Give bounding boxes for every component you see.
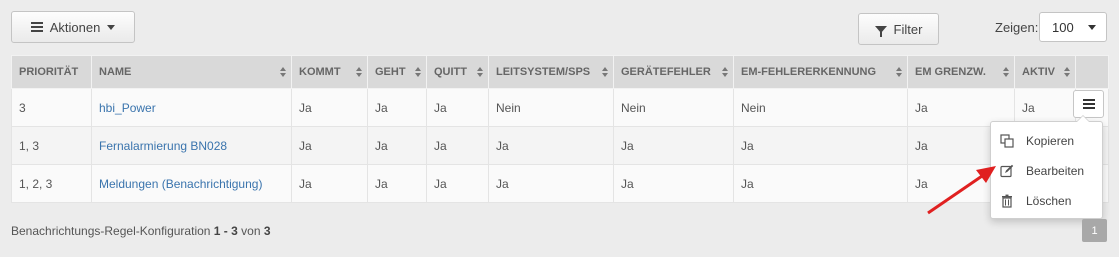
table-row[interactable]: 1, 2, 3 Meldungen (Benachrichtigung) Ja … [11,164,1109,203]
summary-range: 1 - 3 [213,224,238,238]
column-header-kommt[interactable]: KOMMT [291,55,368,89]
column-header-leitsystem[interactable]: LEITSYSTEM/SPS [488,55,614,89]
column-header-quitt[interactable]: QUITT [426,55,489,89]
actions-dropdown-button[interactable]: Aktionen [11,11,135,43]
column-header-priority: PRIORITÄT [11,55,92,89]
cell-kommt: Ja [291,164,368,203]
cell-quitt: Ja [426,126,489,165]
edit-icon [1000,164,1014,178]
sort-icon[interactable] [1064,67,1070,78]
cell-em-fehlererkennung: Ja [733,126,908,165]
menu-item-label: Bearbeiten [1026,164,1085,178]
cell-em-fehlererkennung: Ja [733,164,908,203]
cell-priority: 1, 3 [11,126,92,165]
sort-icon[interactable] [722,67,728,78]
menu-item-delete[interactable]: Löschen [991,186,1102,216]
page-size-value: 100 [1052,19,1074,35]
menu-item-copy[interactable]: Kopieren [991,126,1102,156]
page-size-label: Zeigen: [995,20,1039,35]
sort-icon[interactable] [602,67,608,78]
cell-kommt: Ja [291,88,368,127]
sort-icon[interactable] [415,67,421,78]
row-actions-button[interactable] [1073,90,1104,118]
menu-icon [1082,99,1095,109]
menu-icon [30,22,43,32]
cell-em-fehlererkennung: Nein [733,88,908,127]
caret-down-icon [1088,25,1096,30]
table-row[interactable]: 1, 3 Fernalarmierung BN028 Ja Ja Ja Ja J… [11,126,1109,165]
menu-item-edit[interactable]: Bearbeiten [991,156,1102,186]
cell-geraetefehler: Ja [613,164,734,203]
cell-name-link[interactable]: Fernalarmierung BN028 [91,126,292,165]
column-header-geht[interactable]: GEHT [367,55,427,89]
cell-quitt: Ja [426,88,489,127]
cell-geht: Ja [367,164,427,203]
actions-label: Aktionen [49,19,101,35]
cell-geraetefehler: Ja [613,126,734,165]
filter-icon [874,25,887,37]
table-header-row: PRIORITÄT NAME KOMMT GEHT QUITT LEITSYST… [11,55,1109,89]
column-header-geraetefehler[interactable]: GERÄTEFEHLER [613,55,734,89]
column-header-em-fehlererkennung[interactable]: EM-FEHLERERKENNUNG [733,55,908,89]
column-header-em-grenzw[interactable]: EM GRENZW. [907,55,1015,89]
caret-down-icon [107,24,116,30]
cell-priority: 3 [11,88,92,127]
pagination-summary: Benachrichtungs-Regel-Konfiguration 1 - … [11,224,271,238]
menu-item-label: Kopieren [1026,134,1075,148]
cell-name-link[interactable]: Meldungen (Benachrichtigung) [91,164,292,203]
cell-geht: Ja [367,88,427,127]
column-header-aktiv[interactable]: AKTIV [1014,55,1076,89]
notification-rules-table: PRIORITÄT NAME KOMMT GEHT QUITT LEITSYST… [11,55,1109,203]
page-button-1[interactable]: 1 [1082,219,1107,242]
summary-of: von [241,224,261,238]
sort-icon[interactable] [896,67,902,78]
copy-icon [1000,134,1014,148]
cell-leitsystem: Ja [488,126,614,165]
sort-icon[interactable] [280,67,286,78]
cell-name-link[interactable]: hbi_Power [91,88,292,127]
trash-icon [1002,194,1012,208]
cell-quitt: Ja [426,164,489,203]
summary-prefix: Benachrichtungs-Regel-Konfiguration [11,224,211,238]
menu-item-label: Löschen [1026,194,1072,208]
page-size-select[interactable]: 100 [1039,12,1107,42]
summary-total: 3 [263,224,271,238]
cell-kommt: Ja [291,126,368,165]
table-row[interactable]: 3 hbi_Power Ja Ja Ja Nein Nein Nein Ja J… [11,88,1109,127]
sort-icon[interactable] [477,67,483,78]
column-header-name[interactable]: NAME [91,55,292,89]
row-actions-menu: Kopieren Bearbeiten Löschen [990,115,1103,219]
cell-leitsystem: Ja [488,164,614,203]
sort-icon[interactable] [1003,67,1009,78]
cell-geraetefehler: Nein [613,88,734,127]
filter-label: Filter [893,21,923,37]
filter-button[interactable]: Filter [858,13,939,45]
cell-geht: Ja [367,126,427,165]
cell-priority: 1, 2, 3 [11,164,92,203]
cell-leitsystem: Nein [488,88,614,127]
sort-icon[interactable] [356,67,362,78]
column-header-actions [1075,55,1109,89]
